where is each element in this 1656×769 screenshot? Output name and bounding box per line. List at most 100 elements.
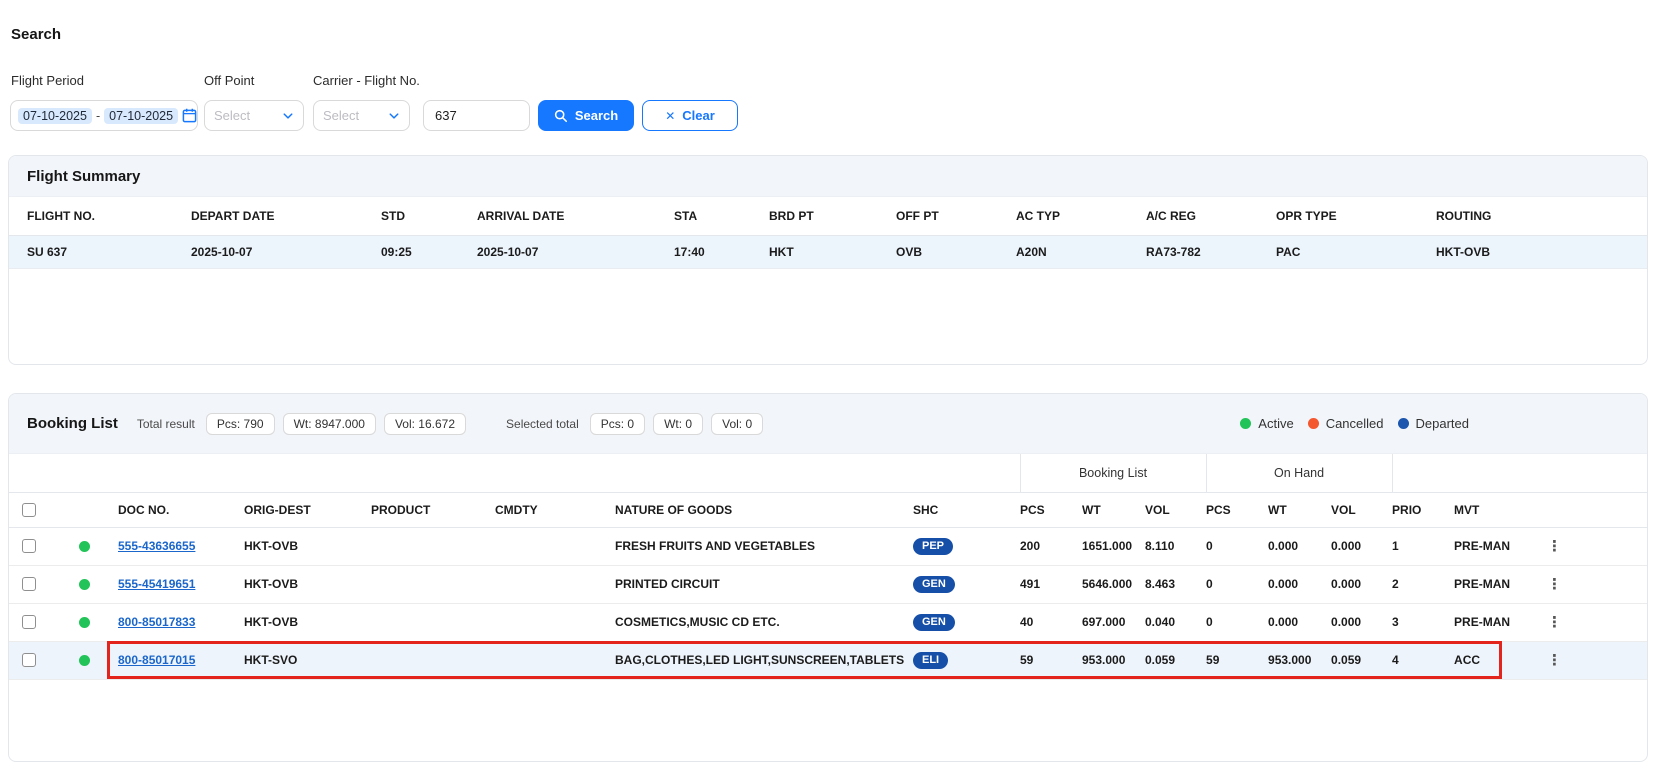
flight-summary-column-header: ROUTING [1436, 197, 1648, 235]
carrier-flight-no-label: Carrier - Flight No. [313, 73, 420, 88]
cmdty-cell [495, 641, 615, 679]
row-checkbox-cell [9, 565, 49, 603]
on-hand-pcs-cell: 59 [1206, 641, 1268, 679]
booking-pcs-cell: 491 [1020, 565, 1082, 603]
on-hand-wt-cell: 0.000 [1268, 565, 1331, 603]
row-checkbox[interactable] [22, 539, 36, 553]
legend-item-cancelled: Cancelled [1308, 416, 1384, 431]
nature-of-goods-cell: BAG,CLOTHES,LED LIGHT,SUNSCREEN,TABLETS [615, 641, 913, 679]
date-from-value[interactable]: 07-10-2025 [18, 108, 92, 124]
selected-total-label: Selected total [506, 417, 579, 431]
legend-dot-active-icon [1240, 418, 1251, 429]
booking-wt-cell: 1651.000 [1082, 527, 1145, 565]
selected-badge: Pcs: 0 [590, 413, 645, 435]
booking-column-header: VOL [1145, 492, 1206, 527]
flight-period-range-picker[interactable]: 07-10-2025 - 07-10-2025 [10, 100, 198, 131]
booking-table-group-header-row: Booking List On Hand [9, 454, 1648, 492]
selected-badges: Pcs: 0Wt: 0Vol: 0 [590, 413, 763, 435]
doc-no-cell: 800-85017833 [118, 603, 244, 641]
shc-cell: PEP [913, 527, 1020, 565]
flight-summary-cell: 2025-10-07 [191, 235, 381, 268]
row-checkbox[interactable] [22, 577, 36, 591]
flight-summary-cell: SU 637 [9, 235, 191, 268]
flight-no-input[interactable] [423, 100, 530, 131]
mvt-cell: ACC [1454, 641, 1539, 679]
row-actions-kebab-icon[interactable]: ⋮ [1547, 538, 1562, 555]
total-result-label: Total result [137, 417, 195, 431]
booking-wt-cell: 5646.000 [1082, 565, 1145, 603]
flight-summary-column-header: STA [674, 197, 769, 235]
search-button[interactable]: Search [538, 100, 634, 131]
doc-no-link[interactable]: 800-85017015 [118, 653, 195, 667]
selected-badge: Wt: 0 [653, 413, 703, 435]
close-icon: ✕ [665, 109, 675, 123]
doc-no-link[interactable]: 555-45419651 [118, 577, 195, 591]
select-all-header-cell [9, 492, 49, 527]
clear-button[interactable]: ✕ Clear [642, 100, 738, 131]
product-cell [371, 565, 495, 603]
on-hand-vol-cell: 0.000 [1331, 603, 1392, 641]
booking-vol-cell: 8.463 [1145, 565, 1206, 603]
booking-column-header: WT [1268, 492, 1331, 527]
row-checkbox[interactable] [22, 653, 36, 667]
prio-cell: 4 [1392, 641, 1454, 679]
row-checkbox[interactable] [22, 615, 36, 629]
flight-summary-header: Flight Summary [9, 156, 1647, 197]
flight-summary-column-header: A/C REG [1146, 197, 1276, 235]
flight-summary-panel: Flight Summary FLIGHT NO.DEPART DATESTDA… [8, 155, 1648, 365]
booking-pcs-cell: 200 [1020, 527, 1082, 565]
calendar-icon[interactable] [182, 108, 197, 123]
row-actions-kebab-icon[interactable]: ⋮ [1547, 614, 1562, 631]
flight-summary-cell: A20N [1016, 235, 1146, 268]
on-hand-vol-cell: 0.000 [1331, 527, 1392, 565]
booking-row[interactable]: 555-43636655HKT-OVBFRESH FRUITS AND VEGE… [9, 527, 1648, 565]
booking-column-header: NATURE OF GOODS [615, 492, 913, 527]
booking-column-header: SHC [913, 492, 1020, 527]
chevron-down-icon [388, 110, 400, 122]
status-dot-active-icon [79, 617, 90, 628]
booking-row[interactable]: 555-45419651HKT-OVBPRINTED CIRCUITGEN491… [9, 565, 1648, 603]
row-actions-kebab-icon[interactable]: ⋮ [1547, 652, 1562, 669]
row-actions-kebab-icon[interactable]: ⋮ [1547, 576, 1562, 593]
doc-no-link[interactable]: 555-43636655 [118, 539, 195, 553]
flight-summary-cell: 09:25 [381, 235, 477, 268]
booking-row[interactable]: 800-85017015HKT-SVOBAG,CLOTHES,LED LIGHT… [9, 641, 1648, 679]
nature-of-goods-cell: COSMETICS,MUSIC CD ETC. [615, 603, 913, 641]
booking-column-header: CMDTY [495, 492, 615, 527]
flight-summary-cell: 17:40 [674, 235, 769, 268]
shc-badge: ELI [913, 652, 948, 669]
mvt-cell: PRE-MAN [1454, 565, 1539, 603]
actions-column-header [1539, 492, 1648, 527]
booking-column-header: VOL [1331, 492, 1392, 527]
on-hand-pcs-cell: 0 [1206, 603, 1268, 641]
booking-row[interactable]: 800-85017833HKT-OVBCOSMETICS,MUSIC CD ET… [9, 603, 1648, 641]
carrier-select[interactable]: Select [313, 100, 410, 131]
legend-label: Cancelled [1326, 416, 1384, 431]
flight-summary-cell: HKT [769, 235, 896, 268]
product-cell [371, 603, 495, 641]
status-cell [49, 565, 118, 603]
prio-cell: 3 [1392, 603, 1454, 641]
select-all-checkbox[interactable] [22, 503, 36, 517]
date-to-value[interactable]: 07-10-2025 [104, 108, 178, 124]
flight-summary-cell: RA73-782 [1146, 235, 1276, 268]
clear-button-label: Clear [682, 108, 715, 123]
booking-column-header: ORIG-DEST [244, 492, 371, 527]
flight-period-label: Flight Period [11, 73, 84, 88]
flight-summary-cell: PAC [1276, 235, 1436, 268]
off-point-select[interactable]: Select [204, 100, 304, 131]
carrier-placeholder: Select [323, 108, 359, 123]
search-section-title: Search [11, 26, 61, 43]
status-cell [49, 527, 118, 565]
flight-summary-column-header: ARRIVAL DATE [477, 197, 674, 235]
total-badge: Vol: 16.672 [384, 413, 466, 435]
flight-summary-column-header: OPR TYPE [1276, 197, 1436, 235]
product-cell [371, 641, 495, 679]
flight-summary-row[interactable]: SU 6372025-10-0709:252025-10-0717:40HKTO… [9, 235, 1648, 268]
cmdty-cell [495, 527, 615, 565]
legend-item-active: Active [1240, 416, 1293, 431]
mvt-cell: PRE-MAN [1454, 527, 1539, 565]
doc-no-link[interactable]: 800-85017833 [118, 615, 195, 629]
on-hand-wt-cell: 0.000 [1268, 603, 1331, 641]
booking-column-header: PCS [1020, 492, 1082, 527]
